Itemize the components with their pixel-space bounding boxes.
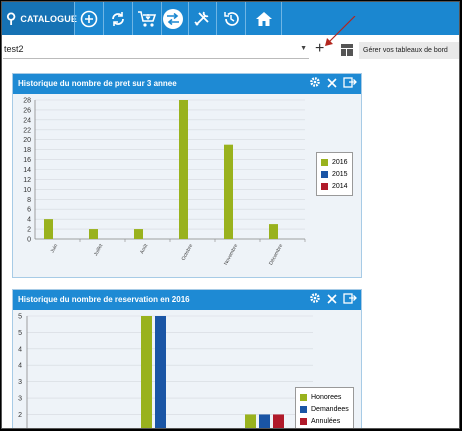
cart-icon[interactable]	[134, 2, 160, 35]
toolbar-divider	[245, 2, 246, 35]
search-icon: ⚲	[6, 10, 17, 26]
bar	[89, 229, 98, 239]
legend-item: 2015	[321, 168, 348, 180]
bar	[179, 100, 188, 239]
home-icon[interactable]	[247, 2, 281, 35]
x-tick-label: Août	[139, 243, 149, 255]
y-tick-label: 5	[18, 314, 22, 321]
y-tick-label: 24	[23, 117, 31, 124]
widget-tools	[309, 290, 357, 310]
legend-item: Demandees	[300, 403, 349, 415]
chart-area: 5 5 4 4 3 3 2 2 Honorees Demandees Annulées	[13, 310, 361, 429]
tools-icon[interactable]	[189, 2, 215, 35]
toolbar-divider	[74, 2, 75, 35]
chart-area: 0 2 4 6 8 10 12 14 16 18 20 22 24 26 28 Juin Juillet Août…	[13, 94, 361, 277]
bar	[269, 224, 278, 239]
exchange-icon[interactable]	[163, 9, 183, 29]
bar	[273, 414, 284, 428]
x-tick-label: Octobre	[181, 243, 195, 262]
add-dashboard-icon[interactable]: +	[315, 40, 324, 58]
y-tick-label: 14	[23, 167, 31, 174]
y-tick-label: 28	[23, 98, 31, 105]
y-tick-label: 8	[27, 197, 31, 204]
y-tick-label: 3	[18, 379, 22, 386]
add-icon[interactable]	[76, 2, 102, 35]
y-tick-label: 2	[18, 412, 22, 419]
y-tick-label: 10	[23, 187, 31, 194]
toolbar-divider	[103, 2, 104, 35]
y-tick-label: 5	[18, 330, 22, 337]
x-tick-label: Décembre	[268, 243, 284, 266]
close-icon[interactable]	[327, 290, 337, 310]
export-icon[interactable]	[343, 290, 357, 310]
y-tick-label: 20	[23, 137, 31, 144]
chevron-down-icon: ▼	[300, 45, 307, 52]
x-tick-label: Novembre	[223, 243, 239, 266]
toolbar-divider	[281, 2, 282, 35]
y-tick-label: 16	[23, 157, 31, 164]
dashboard-layout-icon[interactable]	[341, 44, 353, 56]
y-tick-label: 0	[27, 237, 31, 244]
toolbar-divider	[132, 2, 133, 35]
chart-legend: 2016 2015 2014	[316, 152, 353, 196]
export-icon[interactable]	[343, 74, 357, 94]
widget-title: Historique du nombre de pret sur 3 annee	[18, 79, 177, 88]
legend-item: 2014	[321, 180, 348, 192]
gear-icon[interactable]	[309, 290, 321, 310]
app-window: ⚲ CATALOGUE test2 ▼ + Gérer vos tableaux…	[1, 1, 460, 429]
x-tick-label: Juin	[50, 243, 60, 254]
y-tick-label: 2	[18, 428, 22, 429]
dashboard-select-value: test2	[4, 44, 24, 54]
widget-header: Historique du nombre de reservation en 2…	[13, 290, 361, 310]
y-tick-label: 4	[18, 363, 22, 370]
refresh-icon[interactable]	[105, 2, 131, 35]
bar	[44, 219, 53, 239]
dashboard-select[interactable]: test2 ▼	[3, 41, 309, 59]
bar	[141, 316, 152, 428]
legend-item: Honorees	[300, 391, 349, 403]
bar	[134, 229, 143, 239]
gear-icon[interactable]	[309, 74, 321, 94]
loans-bar-chart: 0246810121416182022242628Juin Juillet Août…	[23, 98, 306, 266]
y-tick-label: 26	[23, 107, 31, 114]
legend-item: 2016	[321, 156, 348, 168]
x-tick-label: Juillet	[93, 243, 105, 258]
y-tick-label: 3	[18, 396, 22, 403]
reservations-history-widget: Historique du nombre de reservation en 2…	[12, 289, 362, 429]
widget-tools	[309, 74, 357, 94]
close-icon[interactable]	[327, 74, 337, 94]
toolbar-divider	[216, 2, 217, 35]
main-toolbar: ⚲ CATALOGUE	[2, 2, 459, 35]
bar	[245, 414, 256, 428]
y-tick-label: 4	[18, 346, 22, 353]
toolbar-divider	[161, 2, 162, 35]
history-icon[interactable]	[218, 2, 244, 35]
legend-item: Annulées	[300, 415, 349, 427]
dashboard-selector-row: test2 ▼ + Gérer vos tableaux de bord	[2, 39, 459, 61]
bar	[259, 414, 270, 428]
widget-header: Historique du nombre de pret sur 3 annee	[13, 74, 361, 94]
y-tick-label: 18	[23, 147, 31, 154]
catalog-button[interactable]: ⚲ CATALOGUE	[2, 2, 77, 35]
y-tick-label: 2	[27, 227, 31, 234]
y-tick-label: 12	[23, 177, 31, 184]
bar	[155, 316, 166, 428]
catalog-label: CATALOGUE	[20, 13, 77, 24]
y-tick-label: 4	[27, 217, 31, 224]
loans-history-widget: Historique du nombre de pret sur 3 annee…	[12, 73, 362, 278]
manage-dashboards-button[interactable]: Gérer vos tableaux de bord	[359, 42, 459, 59]
bar	[224, 144, 233, 239]
y-tick-label: 22	[23, 127, 31, 134]
chart-legend: Honorees Demandees Annulées	[295, 387, 354, 428]
y-tick-label: 6	[27, 207, 31, 214]
widget-title: Historique du nombre de reservation en 2…	[18, 295, 190, 304]
